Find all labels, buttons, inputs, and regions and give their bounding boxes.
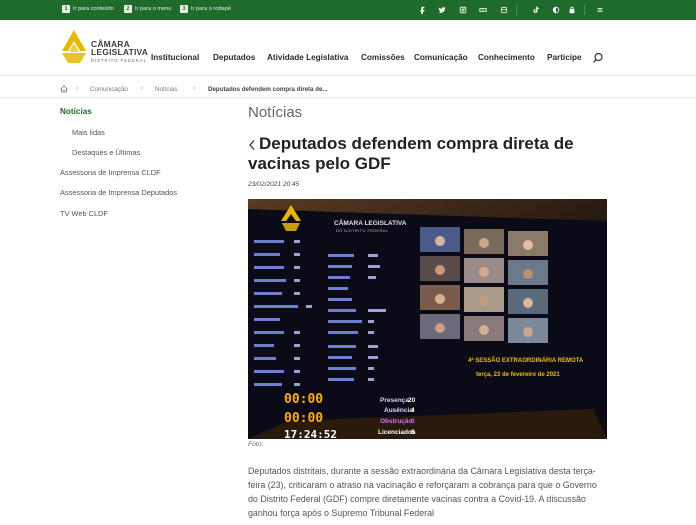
skip-label: Ir para o rodapé [191,6,231,12]
high-contrast-icon[interactable] [550,4,562,16]
image-logo-line1: CÂMARA LEGISLATIVA [334,218,407,227]
breadcrumb-comunicacao[interactable]: Comunicação [90,86,128,93]
skip-label: Ir para conteúdo [73,6,114,12]
breadcrumb-current: Deputados defendem compra direta de... [208,86,328,93]
article-title: Deputados defendem compra direta de vaci… [248,134,574,173]
nav-comissoes[interactable]: Comissões [361,53,405,62]
skip-to-footer-link[interactable]: 3 Ir para o rodapé [180,5,231,13]
site-header: CÂMARA LEGISLATIVA DISTRITO FEDERAL Inst… [0,20,696,76]
chevron-right-icon: › [193,85,196,92]
image-session-title: 4ª SESSÃO EXTRAORDINÁRIA REMOTA [468,357,584,364]
sidebar-item-assessoria-deputados[interactable]: Assessoria de Imprensa Deputados [60,188,177,197]
image-tally-value: 0 [411,429,415,436]
menu-icon[interactable] [594,4,606,16]
skip-number: 1 [62,5,70,13]
cldf-logo-icon[interactable] [60,29,88,65]
lock-icon[interactable] [566,4,578,16]
flickr-icon[interactable] [498,4,510,16]
youtube-icon[interactable] [477,4,489,16]
image-clock-1: 00:00 [284,392,323,407]
image-clock-3: 17:24:52 [284,428,337,439]
article-date: 23/02/2021 20:45 [248,181,300,188]
sidebar-item-destaques[interactable]: Destaques e Últimas [72,148,140,157]
image-logo-line2: DO DISTRITO FEDERAL [336,229,388,233]
image-tally-value: 0 [411,418,415,425]
sidebar-item-mais-lidas[interactable]: Mais lidas [72,128,105,137]
plenary-screen-image: CÂMARA LEGISLATIVA DO DISTRITO FEDERAL 4… [248,199,607,439]
image-tally-value: 4 [411,407,415,414]
image-clock-2: 00:00 [284,411,323,426]
article-photo[interactable]: CÂMARA LEGISLATIVA DO DISTRITO FEDERAL 4… [248,199,607,439]
chevron-right-icon: › [76,85,79,92]
chevron-right-icon: › [141,85,144,92]
nav-atividade-legislativa[interactable]: Atividade Legislativa [267,53,348,62]
facebook-icon[interactable] [416,4,428,16]
search-icon[interactable] [592,52,604,64]
image-tally-value: 20 [408,397,416,404]
skip-to-menu-link[interactable]: 2 Ir para o menu [124,5,171,13]
skip-number: 2 [124,5,132,13]
sidebar-item-tv-web[interactable]: TV Web CLDF [60,209,108,218]
image-tally-label: Ausência [384,407,413,414]
twitter-icon[interactable] [436,4,448,16]
breadcrumb: › Comunicação › Notícias › Deputados def… [0,80,696,98]
image-tally-label: Obstrução [380,418,413,425]
nav-comunicacao[interactable]: Comunicação [414,53,468,62]
skip-label: Ir para o menu [135,6,172,12]
logo-line3: DISTRITO FEDERAL [91,58,147,63]
divider [516,5,517,15]
nav-participe[interactable]: Participe [547,53,582,62]
skip-to-content-link[interactable]: 1 Ir para conteúdo [62,5,114,13]
nav-deputados[interactable]: Deputados [213,53,255,62]
image-tally-label: Presença [380,397,409,404]
section-title: Notícias [248,104,303,121]
skip-number: 3 [180,5,188,13]
sidebar-item-assessoria-cldf[interactable]: Assessoria de Imprensa CLDF [60,168,161,177]
instagram-icon[interactable] [457,4,469,16]
logo-line2: LEGISLATIVA [91,47,149,57]
tiktok-icon[interactable] [530,4,542,16]
image-session-date: terça, 23 de fevereiro de 2021 [476,372,560,378]
top-bar: 1 Ir para conteúdo 2 Ir para o menu 3 Ir… [0,0,696,20]
divider [584,5,585,15]
photo-caption: Foto: [248,441,264,448]
nav-institucional[interactable]: Institucional [151,53,199,62]
article-body: Deputados distritais, durante a sessão e… [248,466,597,518]
breadcrumb-noticias[interactable]: Notícias [155,86,177,93]
sidebar-item-noticias[interactable]: Notícias [60,107,92,116]
home-icon[interactable] [60,85,68,93]
nav-conhecimento[interactable]: Conhecimento [478,53,535,62]
